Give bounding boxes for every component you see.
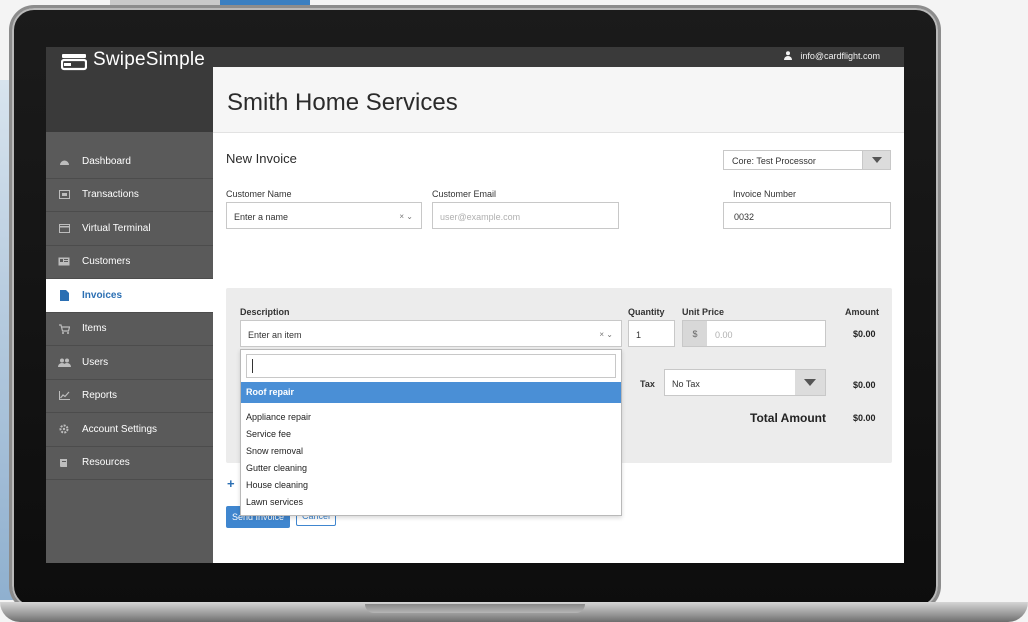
dashboard-icon (59, 160, 69, 165)
chevron-down-icon[interactable] (862, 151, 890, 169)
quantity-input[interactable]: 1 (628, 320, 675, 347)
sidebar-item-label: Resources (82, 457, 130, 469)
quantity-header: Quantity (628, 307, 665, 317)
sidebar-item-users[interactable]: Users (46, 346, 213, 380)
top-bar: info@cardflight.com (213, 47, 904, 67)
customer-name-select[interactable]: Enter a name × ⌄ (226, 202, 422, 229)
customer-name-placeholder: Enter a name (234, 212, 289, 222)
sidebar-item-virtual-terminal[interactable]: Virtual Terminal (46, 212, 213, 246)
sidebar-item-resources[interactable]: Resources (46, 447, 213, 480)
sidebar-item-account-settings[interactable]: Account Settings (46, 413, 213, 447)
clear-icon[interactable]: × ⌄ (599, 330, 613, 339)
sidebar-item-invoices[interactable]: Invoices (46, 279, 213, 313)
amount-header: Amount (845, 307, 879, 317)
processor-select[interactable]: Core: Test Processor (723, 150, 891, 170)
users-icon (57, 358, 71, 367)
sidebar-item-label: Reports (82, 390, 118, 402)
dropdown-option[interactable]: House cleaning (241, 477, 621, 494)
customers-icon (58, 257, 70, 266)
dropdown-option[interactable]: Service fee (241, 426, 621, 443)
sidebar-item-label: Items (82, 323, 107, 335)
sidebar-item-label: Customers (82, 256, 131, 268)
laptop-notch (365, 604, 585, 613)
dropdown-option-highlighted[interactable]: Roof repair (241, 382, 621, 403)
invoice-title: New Invoice (226, 151, 297, 166)
processor-value: Core: Test Processor (732, 156, 816, 166)
total-amount: $0.00 (853, 413, 876, 423)
sidebar-item-customers[interactable]: Customers (46, 246, 213, 279)
invoice-form: New Invoice Core: Test Processor Custome… (213, 133, 904, 563)
sidebar-item-items[interactable]: Items (46, 313, 213, 346)
unit-price-placeholder: 0.00 (715, 330, 733, 340)
dropdown-option[interactable]: Lawn services (241, 494, 621, 511)
quantity-value: 1 (636, 330, 642, 340)
cart-icon (58, 324, 70, 334)
unit-price-input[interactable]: $ 0.00 (682, 320, 826, 347)
sidebar: SwipeSimple Dashboard Transactions Virtu… (46, 47, 213, 563)
brand-header: SwipeSimple (46, 47, 213, 132)
tax-select[interactable]: No Tax (664, 369, 826, 396)
currency-prefix: $ (683, 321, 707, 346)
invoice-number-field[interactable]: 0032 (723, 202, 891, 229)
invoice-number-value: 0032 (734, 212, 755, 222)
sidebar-nav: Dashboard Transactions Virtual Terminal … (46, 145, 213, 480)
invoice-number-label: Invoice Number (733, 189, 797, 199)
clear-icon[interactable]: × ⌄ (399, 212, 413, 221)
tax-label: Tax (640, 379, 655, 389)
text-caret (252, 359, 253, 373)
card-logo-icon (61, 54, 87, 71)
sidebar-item-transactions[interactable]: Transactions (46, 179, 213, 212)
sidebar-item-label: Account Settings (82, 423, 158, 435)
page-header: Smith Home Services (213, 67, 904, 133)
customer-email-field[interactable]: user@example.com (432, 202, 619, 229)
customer-email-placeholder: user@example.com (440, 212, 521, 222)
app-screen: SwipeSimple Dashboard Transactions Virtu… (46, 47, 904, 563)
sidebar-item-label: Users (82, 356, 109, 368)
terminal-icon (58, 223, 70, 233)
add-item-icon[interactable]: + (227, 476, 235, 491)
total-label: Total Amount (750, 411, 826, 425)
description-header: Description (240, 307, 290, 317)
transactions-icon (58, 190, 70, 200)
chart-icon (58, 391, 70, 401)
user-email[interactable]: info@cardflight.com (800, 51, 880, 61)
sidebar-item-label: Transactions (82, 189, 139, 201)
brand-name: SwipeSimple (93, 49, 206, 70)
invoice-icon (59, 289, 69, 301)
page-title: Smith Home Services (227, 89, 458, 116)
sidebar-item-label: Dashboard (82, 155, 131, 167)
sidebar-item-reports[interactable]: Reports (46, 380, 213, 413)
dropdown-search-input[interactable] (246, 354, 616, 378)
item-description-placeholder: Enter an item (248, 330, 302, 340)
dropdown-options: Roof repair Appliance repair Service fee… (241, 382, 621, 511)
unit-price-header: Unit Price (682, 307, 725, 317)
customer-email-label: Customer Email (432, 189, 497, 199)
dropdown-option[interactable]: Gutter cleaning (241, 460, 621, 477)
book-icon (60, 458, 67, 467)
user-icon[interactable] (784, 51, 792, 60)
sidebar-item-label: Invoices (82, 289, 123, 301)
tax-value: No Tax (672, 379, 700, 389)
dropdown-option[interactable]: Appliance repair (241, 409, 621, 426)
chevron-down-icon[interactable] (795, 370, 825, 395)
sidebar-item-label: Virtual Terminal (82, 222, 151, 234)
gear-icon (59, 424, 69, 434)
customer-name-label: Customer Name (226, 189, 292, 199)
tax-amount: $0.00 (853, 380, 876, 390)
dropdown-option[interactable]: Snow removal (241, 443, 621, 460)
item-description-select[interactable]: Enter an item × ⌄ (240, 320, 622, 347)
sidebar-item-dashboard[interactable]: Dashboard (46, 145, 213, 179)
item-dropdown: Roof repair Appliance repair Service fee… (240, 349, 622, 516)
line-amount: $0.00 (853, 329, 876, 339)
